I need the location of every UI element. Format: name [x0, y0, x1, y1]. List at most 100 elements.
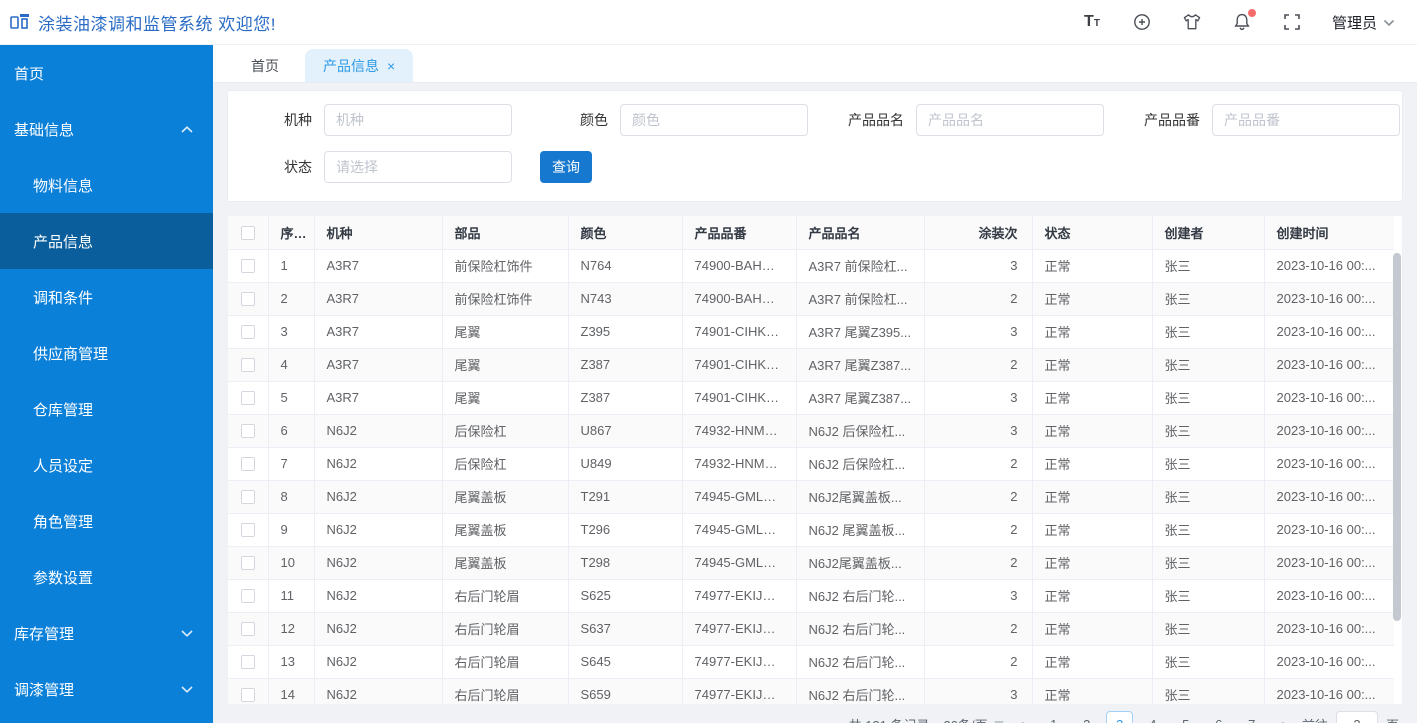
cell-checkbox[interactable]	[228, 480, 269, 514]
table-row[interactable]: 9 N6J2 尾翼盖板 T296 74945-GMLO0... N6J2 尾翼盖板... 2…	[228, 513, 1394, 547]
filter-field-input[interactable]	[324, 151, 512, 183]
tab-1[interactable]: 产品信息 ×	[305, 49, 414, 82]
table-row[interactable]: 11 N6J2 右后门轮眉 S625 74977-EKIJM0... N6J2 右后门轮.…	[228, 579, 1394, 613]
cell-checkbox[interactable]	[228, 348, 269, 382]
sidebar-item-11[interactable]: 调漆管理	[0, 661, 213, 717]
tab-0[interactable]: 首页	[233, 49, 297, 82]
table-row[interactable]: 12 N6J2 右后门轮眉 S637 74977-EKIJM0... N6J2 右后门轮.…	[228, 612, 1394, 646]
sidebar-item-3[interactable]: 产品信息	[0, 213, 213, 269]
page-number-4[interactable]: 4	[1139, 711, 1166, 723]
cell-product_name: N6J2 右后门轮...	[796, 678, 925, 704]
scrollbar-thumb[interactable]	[1393, 253, 1401, 621]
cell-checkbox[interactable]	[228, 645, 269, 679]
table-body: 1 A3R7 前保险杠饰件 N764 74900-BAHG00... A3R7 前保险杠.…	[228, 249, 1394, 704]
row-checkbox[interactable]	[240, 457, 255, 472]
table-row[interactable]: 5 A3R7 尾翼 Z387 74901-CIHK00... A3R7 尾翼Z387...…	[228, 381, 1394, 415]
page-number-5[interactable]: 5	[1172, 711, 1199, 723]
cell-part: 尾翼盖板	[442, 513, 569, 547]
bell-icon[interactable]	[1232, 9, 1256, 32]
sidebar-item-1[interactable]: 基础信息	[0, 101, 213, 157]
cell-coat_count: 3	[924, 579, 1033, 613]
sidebar-item-2[interactable]: 物料信息	[0, 157, 213, 213]
table-row[interactable]: 8 N6J2 尾翼盖板 T291 74945-GMLO0... N6J2尾翼盖板... 2 正…	[228, 480, 1394, 514]
cell-checkbox[interactable]	[228, 612, 269, 646]
cell-checkbox[interactable]	[228, 579, 269, 613]
next-page-button[interactable]: ›	[1279, 716, 1288, 723]
row-checkbox[interactable]	[240, 523, 255, 538]
page-size-select[interactable]: 20条/页	[944, 715, 1004, 723]
page-number-7[interactable]: 7	[1238, 711, 1265, 723]
theme-icon[interactable]	[1182, 12, 1202, 32]
column-header-product_name: 产品品名	[796, 216, 925, 250]
cell-checkbox[interactable]	[228, 414, 269, 448]
sidebar-item-0[interactable]: 首页	[0, 45, 213, 101]
cell-checkbox[interactable]	[228, 678, 269, 704]
row-checkbox[interactable]	[240, 655, 255, 670]
sidebar-item-8[interactable]: 角色管理	[0, 493, 213, 549]
cell-checkbox[interactable]	[228, 513, 269, 547]
page-number-3[interactable]: 3	[1106, 711, 1134, 723]
table-scrollbar[interactable]	[1393, 251, 1401, 702]
cell-creator: 张三	[1152, 480, 1265, 514]
filter-field: 颜色	[524, 104, 808, 136]
row-checkbox[interactable]	[240, 292, 255, 307]
table-row[interactable]: 6 N6J2 后保险杠 U867 74932-HNMP0... N6J2 后保险杠... 3…	[228, 414, 1394, 448]
filter-field-input[interactable]	[1212, 104, 1400, 136]
select-all-checkbox[interactable]	[240, 226, 255, 241]
page-number-2[interactable]: 2	[1073, 711, 1100, 723]
cell-creator: 张三	[1152, 381, 1265, 415]
filter-field-input[interactable]	[324, 104, 512, 136]
search-button[interactable]: 查询	[540, 151, 592, 183]
goto-page-input[interactable]	[1335, 711, 1378, 723]
sidebar-item-5[interactable]: 供应商管理	[0, 325, 213, 381]
cell-checkbox[interactable]	[228, 315, 269, 349]
row-checkbox[interactable]	[240, 424, 255, 439]
cell-creator: 张三	[1152, 546, 1265, 580]
table-row[interactable]: 2 A3R7 前保险杠饰件 N743 74900-BAHG00... A3R7 前保险杠.…	[228, 282, 1394, 316]
table-row[interactable]: 3 A3R7 尾翼 Z395 74901-CIHK00... A3R7 尾翼Z395...…	[228, 315, 1394, 349]
row-checkbox[interactable]	[240, 259, 255, 274]
row-checkbox[interactable]	[240, 391, 255, 406]
filter-field-input[interactable]	[916, 104, 1104, 136]
sidebar-item-9[interactable]: 参数设置	[0, 549, 213, 605]
row-checkbox[interactable]	[240, 556, 255, 571]
sidebar-item-6[interactable]: 仓库管理	[0, 381, 213, 437]
row-checkbox[interactable]	[240, 622, 255, 637]
table-row[interactable]: 4 A3R7 尾翼 Z387 74901-CIHK00... A3R7 尾翼Z387...…	[228, 348, 1394, 382]
table-row[interactable]: 13 N6J2 右后门轮眉 S645 74977-EKIJM0... N6J2 右后门轮.…	[228, 645, 1394, 679]
row-checkbox[interactable]	[240, 688, 255, 703]
table-row[interactable]: 7 N6J2 后保险杠 U849 74932-HNMP0... N6J2 后保险杠... 2…	[228, 447, 1394, 481]
sidebar-item-label: 物料信息	[33, 177, 94, 195]
row-checkbox[interactable]	[240, 325, 255, 340]
language-icon[interactable]	[1132, 12, 1152, 32]
text-size-icon[interactable]: TT	[1082, 12, 1102, 32]
table-row[interactable]: 10 N6J2 尾翼盖板 T298 74945-GMLO0... N6J2尾翼盖板... 2…	[228, 546, 1394, 580]
row-checkbox[interactable]	[240, 490, 255, 505]
column-header-checkbox[interactable]	[228, 216, 269, 250]
row-checkbox[interactable]	[240, 358, 255, 373]
cell-product_name: N6J2 右后门轮...	[796, 612, 925, 646]
sidebar-item-10[interactable]: 库存管理	[0, 605, 213, 661]
user-menu[interactable]: 管理员	[1332, 12, 1395, 33]
cell-checkbox[interactable]	[228, 381, 269, 415]
page-number-6[interactable]: 6	[1205, 711, 1232, 723]
cell-color: N764	[568, 249, 683, 283]
cell-part: 尾翼盖板	[442, 546, 569, 580]
cell-checkbox[interactable]	[228, 546, 269, 580]
row-checkbox[interactable]	[240, 589, 255, 604]
cell-created_at: 2023-10-16 00:...	[1264, 480, 1394, 514]
table-row[interactable]: 1 A3R7 前保险杠饰件 N764 74900-BAHG00... A3R7 前保险杠.…	[228, 249, 1394, 283]
tab-close-icon[interactable]: ×	[387, 59, 395, 73]
sidebar-item-4[interactable]: 调和条件	[0, 269, 213, 325]
cell-status: 正常	[1032, 546, 1153, 580]
sidebar-item-7[interactable]: 人员设定	[0, 437, 213, 493]
page-number-1[interactable]: 1	[1040, 711, 1067, 723]
cell-checkbox[interactable]	[228, 282, 269, 316]
cell-coat_count: 2	[924, 348, 1033, 382]
cell-checkbox[interactable]	[228, 447, 269, 481]
filter-field-input[interactable]	[620, 104, 808, 136]
cell-checkbox[interactable]	[228, 249, 269, 283]
fullscreen-icon[interactable]	[1282, 12, 1302, 32]
table-row[interactable]: 14 N6J2 右后门轮眉 S659 74977-EKIJM0... N6J2 右后门轮.…	[228, 678, 1394, 704]
prev-page-button[interactable]: ‹	[1018, 716, 1027, 723]
